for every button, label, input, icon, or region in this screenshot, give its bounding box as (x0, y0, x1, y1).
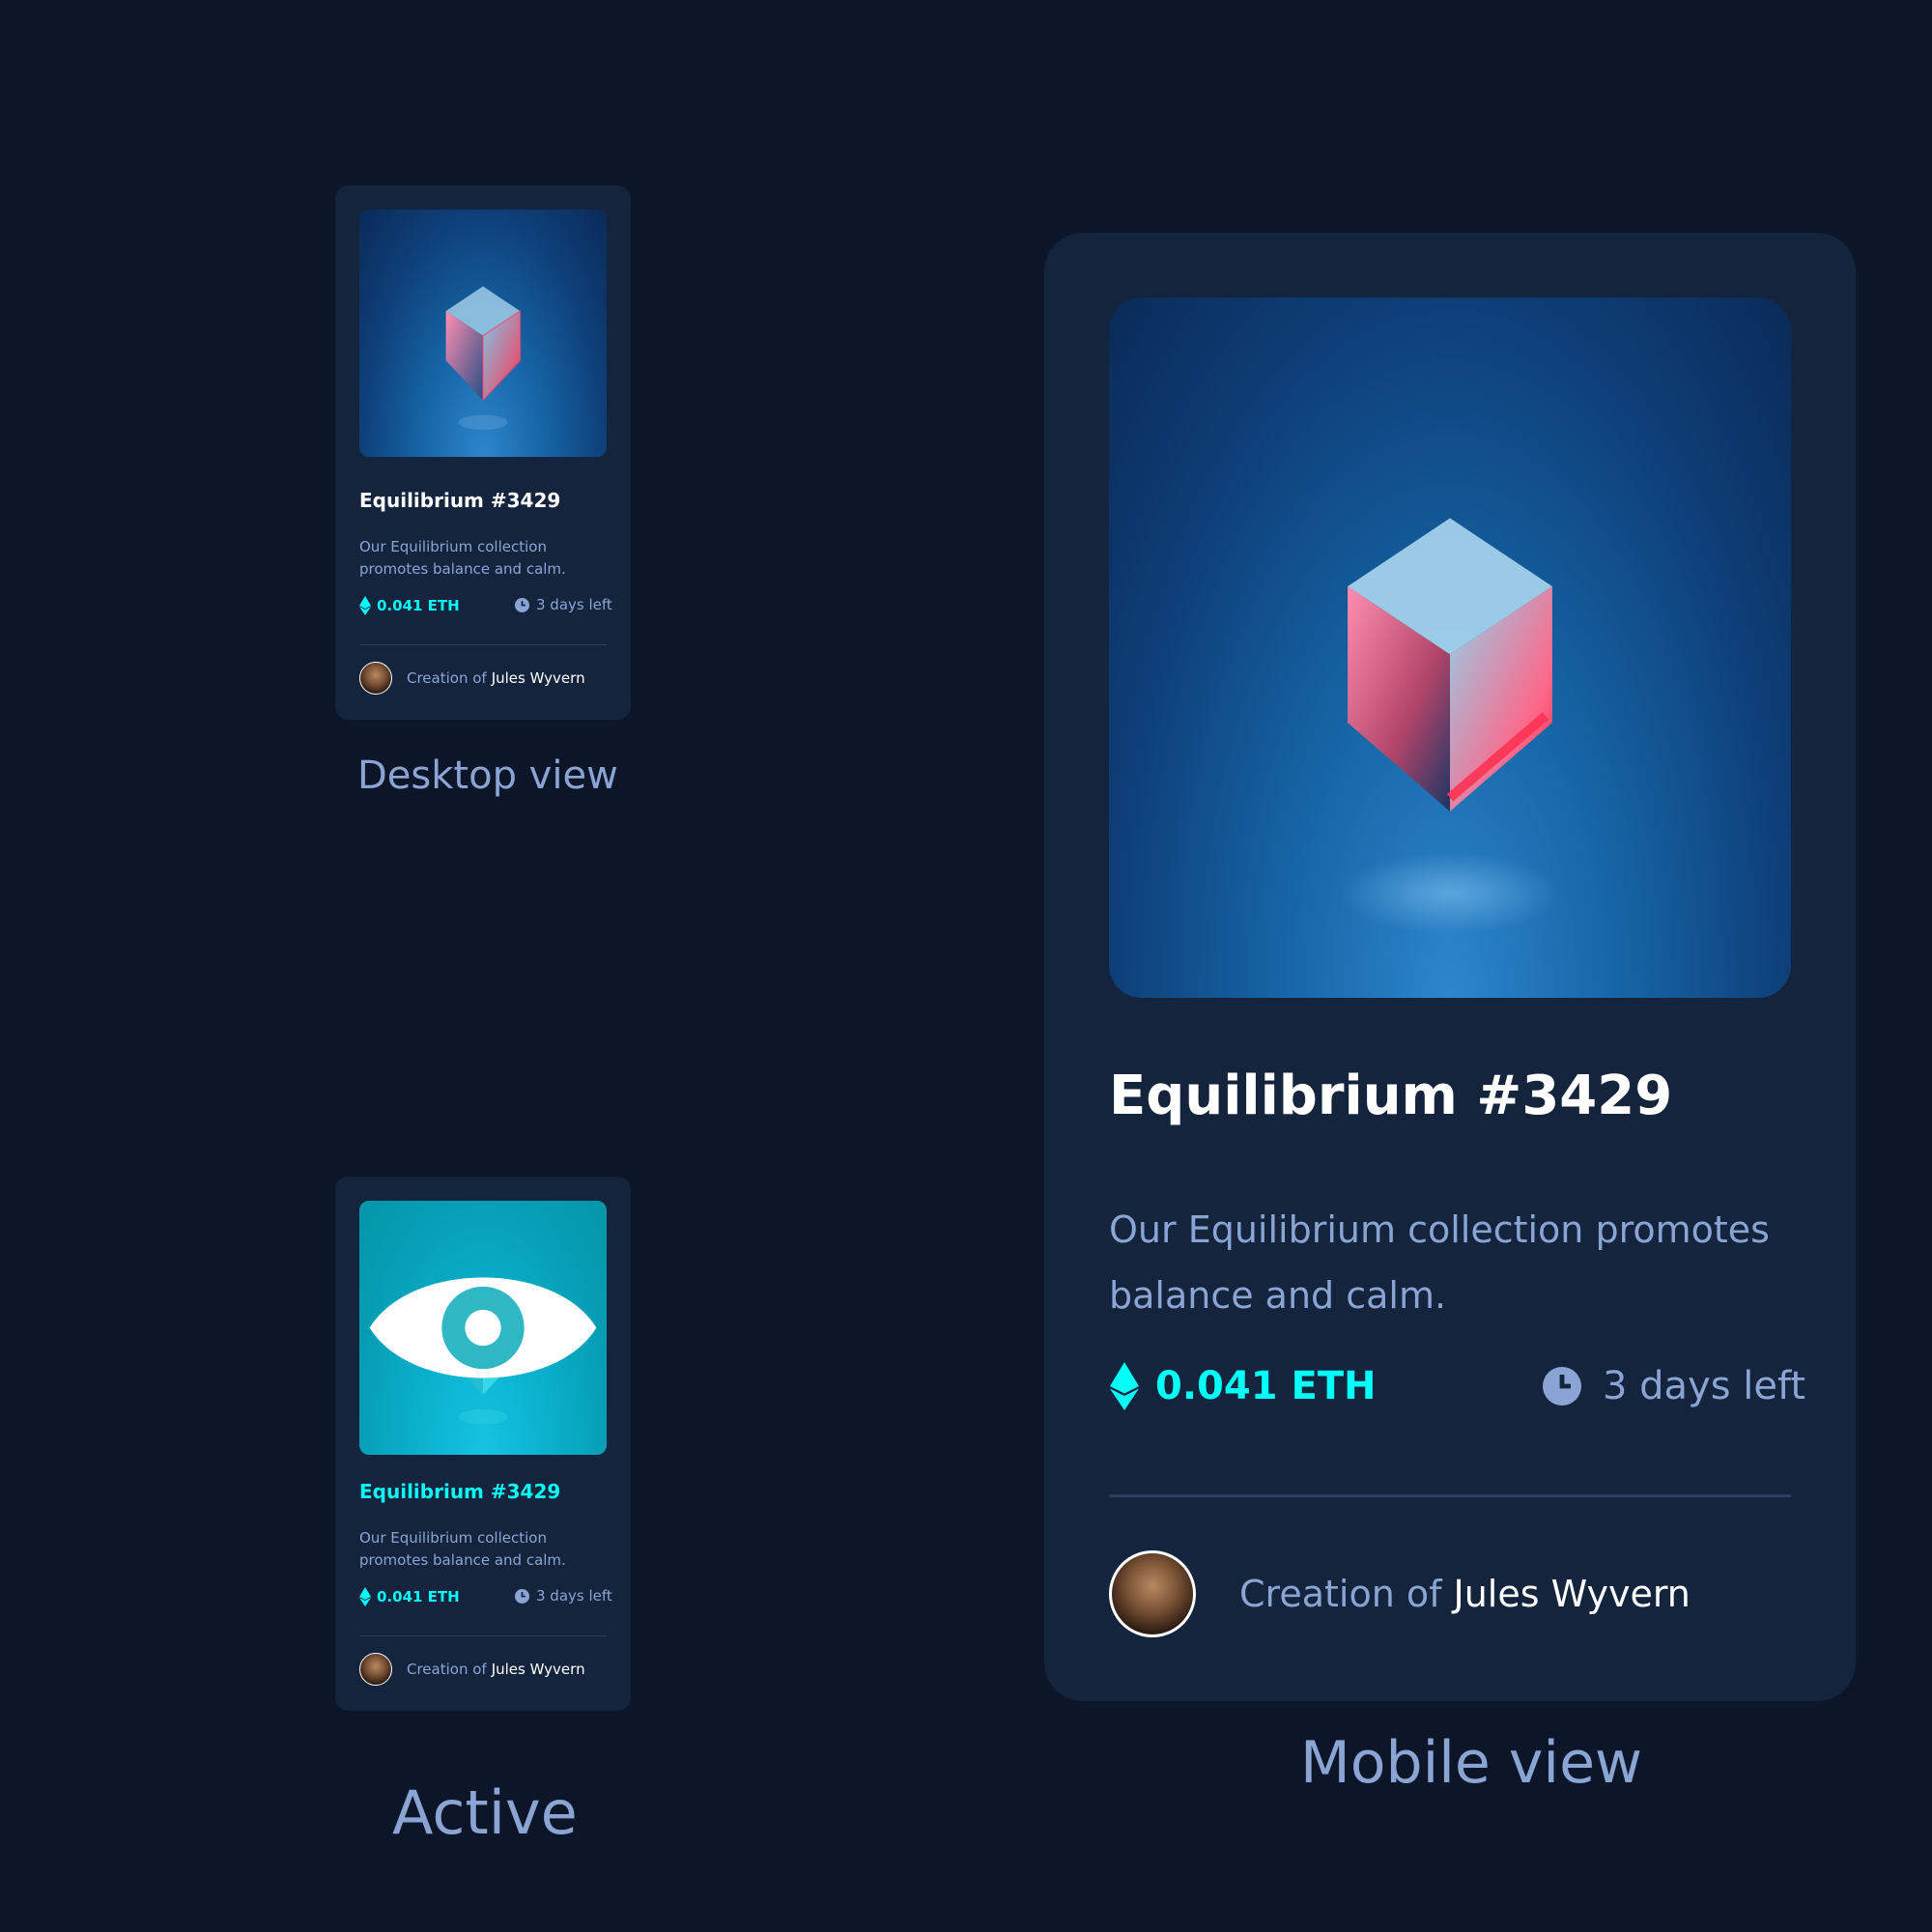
nft-image[interactable] (359, 1201, 607, 1455)
price-value: 0.041 ETH (377, 597, 460, 614)
crystal-cube-icon (445, 286, 522, 430)
stage: Equilibrium #3429 Our Equilibrium collec… (0, 0, 1932, 1932)
price-value: 0.041 ETH (1155, 1364, 1377, 1408)
nft-card-active: Equilibrium #3429 Our Equilibrium collec… (335, 1177, 631, 1711)
creator-avatar (1109, 1550, 1196, 1637)
time-left: 3 days left (515, 596, 612, 613)
creator-name[interactable]: Jules Wyvern (1453, 1573, 1690, 1615)
creator-prefix: Creation of (407, 669, 487, 687)
price-value: 0.041 ETH (377, 1588, 460, 1605)
price: 0.041 ETH (359, 596, 460, 615)
time-left-value: 3 days left (536, 596, 612, 613)
price: 0.041 ETH (359, 1587, 460, 1606)
desktop-view-caption: Desktop view (357, 753, 618, 798)
active-caption: Active (392, 1777, 578, 1848)
time-left-value: 3 days left (1603, 1364, 1806, 1408)
nft-title[interactable]: Equilibrium #3429 (1109, 1065, 1672, 1127)
creator-avatar (359, 662, 392, 695)
nft-card-mobile: Equilibrium #3429 Our Equilibrium collec… (1044, 233, 1856, 1701)
time-left: 3 days left (1543, 1364, 1805, 1408)
ethereum-icon (359, 1587, 371, 1606)
nft-card-desktop: Equilibrium #3429 Our Equilibrium collec… (335, 185, 631, 720)
nft-title[interactable]: Equilibrium #3429 (359, 489, 560, 512)
ethereum-icon (1110, 1362, 1139, 1410)
price: 0.041 ETH (1109, 1362, 1377, 1410)
time-left: 3 days left (515, 1587, 612, 1605)
clock-icon (515, 1588, 529, 1604)
creator-prefix: Creation of (407, 1661, 487, 1678)
clock-icon (515, 597, 529, 612)
nft-description: Our Equilibrium collection promotes bala… (359, 1529, 566, 1570)
clock-icon (1543, 1367, 1581, 1406)
creator: Creation of Jules Wyvern (359, 662, 585, 695)
nft-title[interactable]: Equilibrium #3429 (359, 1480, 560, 1503)
creator-name[interactable]: Jules Wyvern (492, 669, 585, 687)
nft-description: Our Equilibrium collection promotes bala… (1109, 1208, 1770, 1318)
creator-prefix: Creation of (1239, 1573, 1442, 1615)
creator-name[interactable]: Jules Wyvern (492, 1661, 585, 1678)
crystal-cube-icon (1341, 518, 1559, 935)
image-hover-overlay[interactable] (359, 1201, 607, 1455)
divider (1109, 1494, 1791, 1497)
nft-description: Our Equilibrium collection promotes bala… (359, 538, 566, 579)
mobile-view-caption: Mobile view (1300, 1729, 1643, 1797)
creator: Creation of Jules Wyvern (1109, 1550, 1690, 1637)
nft-image[interactable] (1109, 298, 1791, 998)
creator-avatar (359, 1653, 392, 1686)
eye-icon (369, 1277, 597, 1378)
creator: Creation of Jules Wyvern (359, 1653, 585, 1686)
divider (359, 644, 607, 645)
nft-image[interactable] (359, 210, 607, 457)
divider (359, 1635, 607, 1636)
ethereum-icon (359, 596, 371, 615)
time-left-value: 3 days left (536, 1587, 612, 1605)
